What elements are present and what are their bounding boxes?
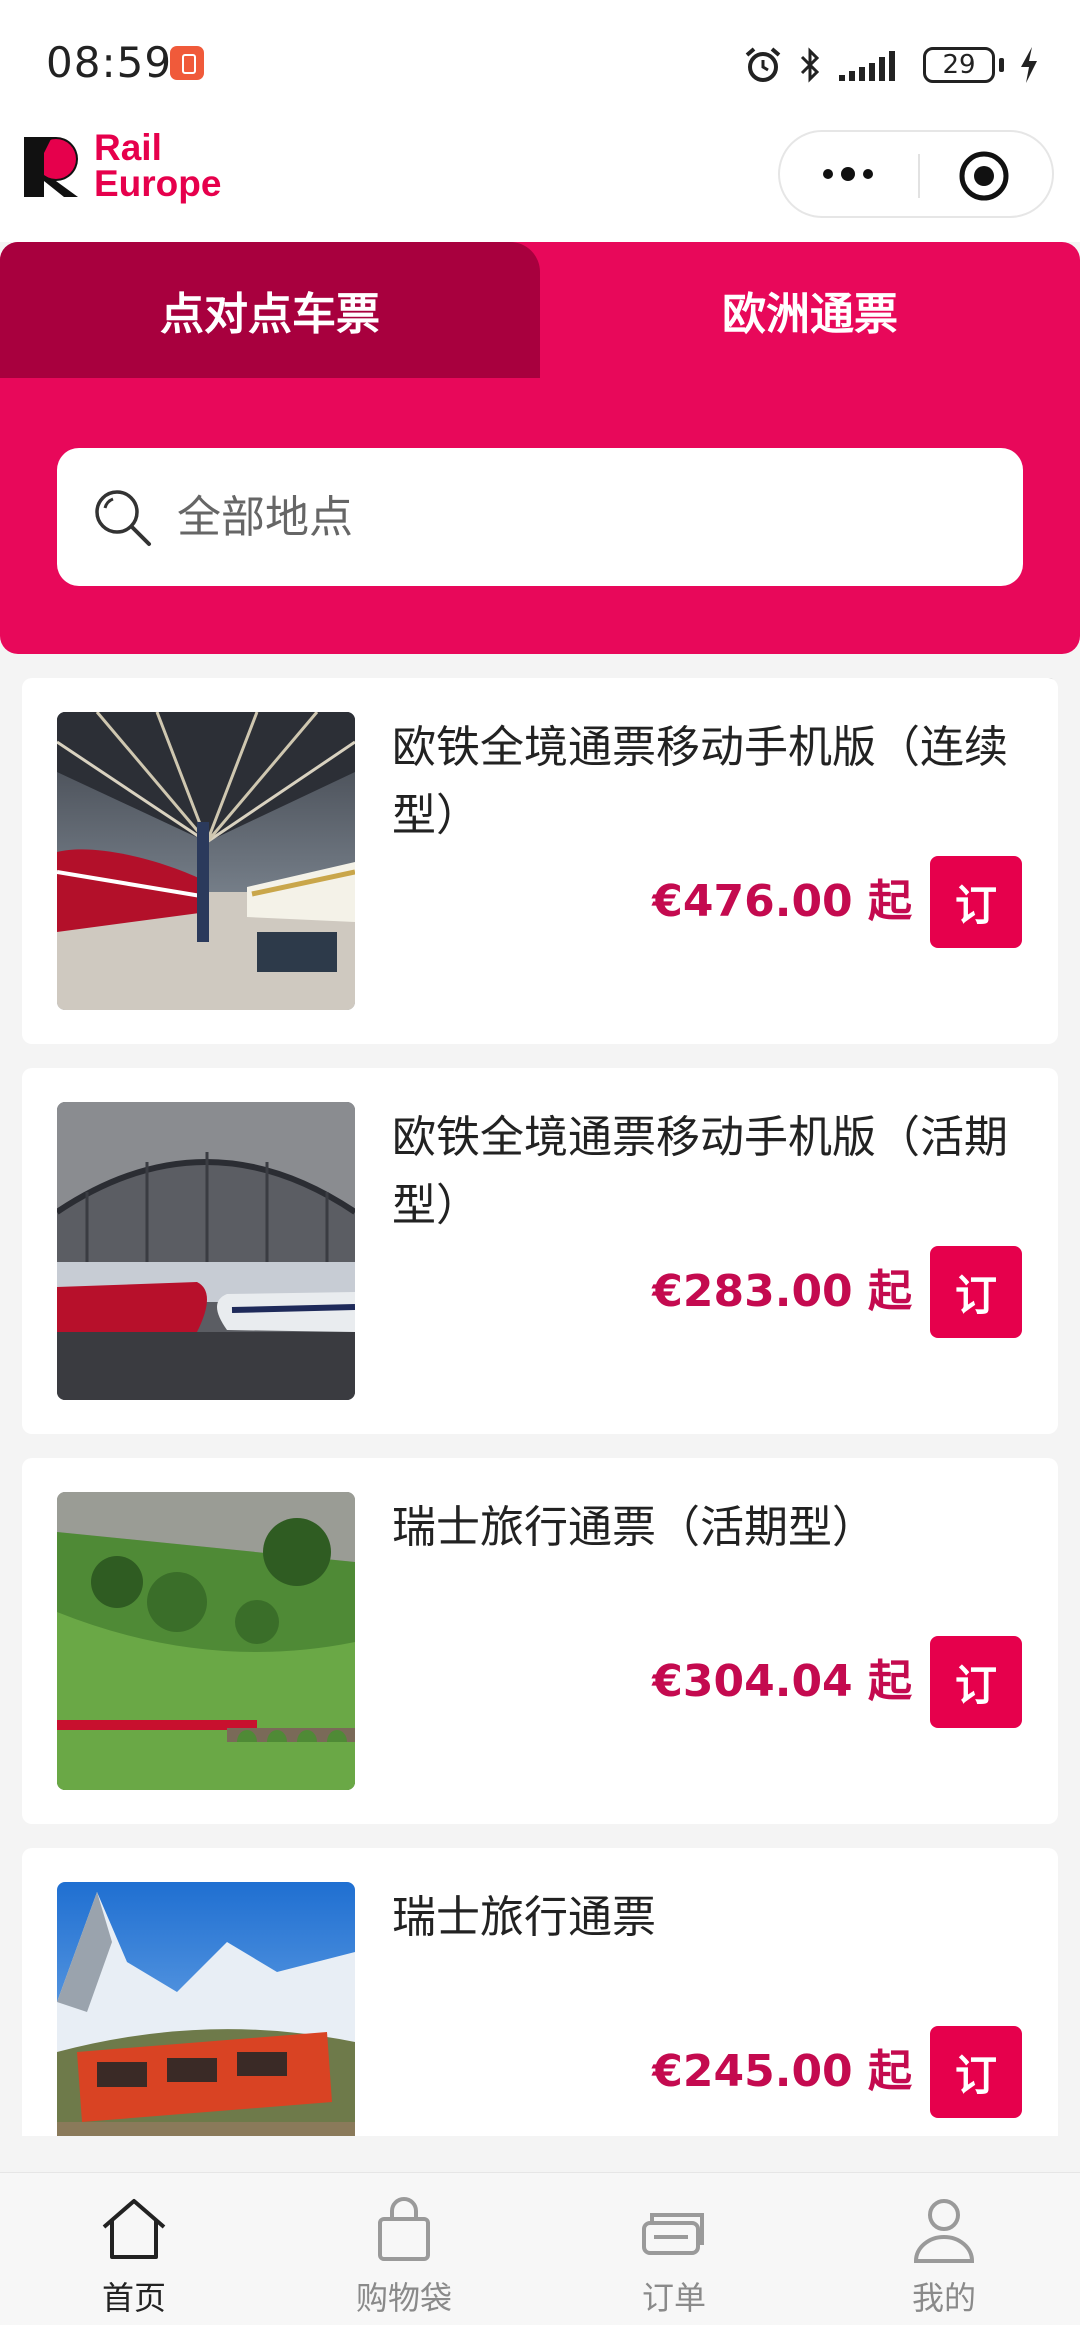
- product-title: 欧铁全境通票移动手机版（活期型）: [392, 1112, 1008, 1231]
- logo-text: Rail Europe: [94, 127, 222, 204]
- orders-icon: [642, 2213, 704, 2255]
- product-list[interactable]: 欧铁全境通票移动手机版（连续型） €476.00 起 订 欧铁全境通票移动手机版…: [0, 654, 1080, 2136]
- home-icon: [102, 2199, 166, 2259]
- rail-europe-logo: Rail Europe: [22, 127, 222, 204]
- status-icons: 29: [743, 40, 1040, 90]
- bluetooth-icon: [800, 47, 820, 83]
- tabbar-item-orders[interactable]: 订单: [584, 2173, 764, 2325]
- bottom-tab-bar: 首页 购物袋 订单 我的: [0, 2172, 1080, 2325]
- book-button[interactable]: 订: [930, 1636, 1022, 1728]
- shopping-bag-icon: [378, 2197, 430, 2261]
- logo-line-1: Rail: [94, 127, 162, 168]
- battery-indicator: 29: [923, 47, 995, 83]
- tabbar-item-shopping-bag[interactable]: 购物袋: [314, 2173, 494, 2325]
- signal-icon: [839, 51, 895, 81]
- tabbar-item-home[interactable]: 首页: [44, 2173, 224, 2325]
- product-title: 瑞士旅行通票: [392, 1892, 656, 1943]
- product-price: €245.00 起: [652, 2046, 912, 2097]
- target-close-icon[interactable]: [958, 150, 1010, 202]
- notification-badge-icon: [170, 46, 204, 80]
- search-box[interactable]: [57, 448, 1023, 586]
- tabbar-label: 购物袋: [355, 2279, 452, 2317]
- tabbar-label: 我的: [911, 2279, 976, 2317]
- capsule-divider: [918, 154, 920, 198]
- product-image-matterhorn-train: [57, 1882, 355, 2136]
- battery-tip: [999, 58, 1004, 72]
- product-price: €283.00 起: [652, 1266, 912, 1317]
- product-card[interactable]: 瑞士旅行通票 €245.00 起 订: [22, 1848, 1058, 2136]
- product-image-station-platform: [57, 712, 355, 1010]
- more-dots-icon[interactable]: [780, 132, 916, 216]
- tab-point-to-point[interactable]: 点对点车票: [0, 242, 540, 378]
- charging-bolt-icon: [1021, 47, 1037, 83]
- product-title: 瑞士旅行通票（活期型）: [392, 1502, 876, 1553]
- product-price: €476.00 起: [652, 876, 912, 927]
- search-input[interactable]: [175, 490, 879, 544]
- status-bar: 08:59 29: [0, 0, 1080, 120]
- book-button[interactable]: 订: [930, 2026, 1022, 2118]
- book-button[interactable]: 订: [930, 856, 1022, 948]
- book-button[interactable]: 订: [930, 1246, 1022, 1338]
- product-card[interactable]: 瑞士旅行通票（活期型） €304.04 起 订: [22, 1458, 1058, 1824]
- product-card[interactable]: 欧铁全境通票移动手机版（连续型） €476.00 起 订: [22, 678, 1058, 1044]
- status-time: 08:59: [46, 38, 173, 87]
- product-price: €304.04 起: [652, 1656, 912, 1707]
- tabbar-item-profile[interactable]: 我的: [854, 2173, 1034, 2325]
- ticket-type-panel: 点对点车票 欧洲通票: [0, 242, 1080, 654]
- alarm-icon: [745, 47, 781, 82]
- tab-europe-pass[interactable]: 欧洲通票: [540, 242, 1080, 378]
- product-card[interactable]: 欧铁全境通票移动手机版（活期型） €283.00 起 订: [22, 1068, 1058, 1434]
- logo-line-2: Europe: [94, 163, 222, 204]
- tabbar-label: 首页: [101, 2279, 166, 2317]
- logo-r-icon: [24, 137, 78, 197]
- search-icon: [95, 490, 151, 546]
- profile-icon: [913, 2199, 975, 2263]
- app-header: Rail Europe: [0, 120, 1080, 242]
- product-image-train-viaduct: [57, 1492, 355, 1790]
- tabbar-label: 订单: [641, 2279, 706, 2317]
- miniprogram-capsule: [778, 130, 1054, 218]
- product-title: 欧铁全境通票移动手机版（连续型）: [392, 722, 1008, 841]
- product-image-trains-station-roof: [57, 1102, 355, 1400]
